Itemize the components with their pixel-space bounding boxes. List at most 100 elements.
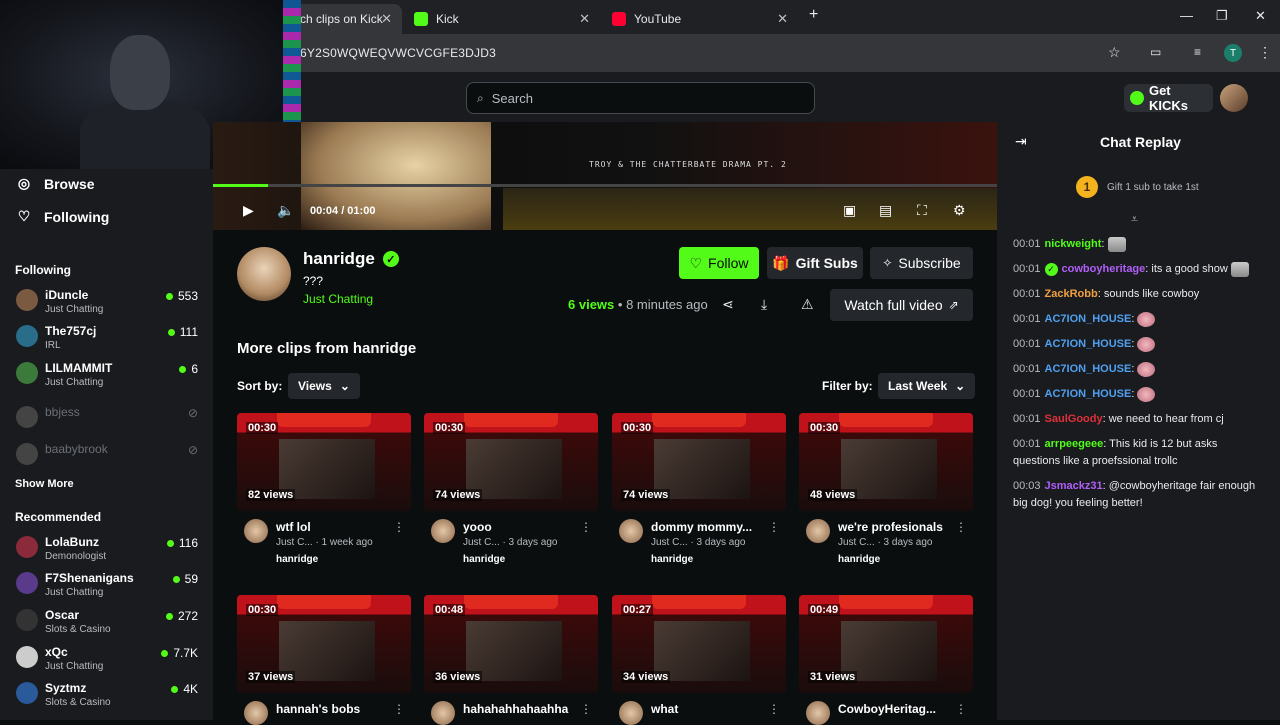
user-avatar[interactable] xyxy=(1220,84,1248,112)
browser-menu-icon[interactable]: ⋮ xyxy=(1258,44,1272,61)
chat-username[interactable]: AC7ION_HOUSE xyxy=(1045,363,1132,375)
channel-item[interactable]: xQc Just Chatting 7.7K xyxy=(16,643,200,677)
get-kicks-button[interactable]: Get KICKs xyxy=(1124,83,1213,113)
streamer-avatar[interactable] xyxy=(237,247,291,301)
avatar[interactable] xyxy=(806,519,830,543)
chat-username[interactable]: nickweight xyxy=(1045,238,1102,250)
gift-leaderboard[interactable]: 1 Gift 1 sub to take 1st xyxy=(1076,176,1199,198)
maximize-icon[interactable]: ❐ xyxy=(1216,8,1228,24)
clip-thumbnail[interactable]: 00:49 31 views xyxy=(799,595,973,693)
tab-kick[interactable]: Kick ✕ xyxy=(404,4,600,34)
clip-thumbnail[interactable]: 00:48 36 views xyxy=(424,595,598,693)
video-player[interactable]: TROY & THE CHATTERBATE DRAMA PT. 2 ▶ 🔈 0… xyxy=(213,122,997,230)
channel-item[interactable]: Syztmz Slots & Casino 4K xyxy=(16,679,200,713)
fullscreen-icon[interactable]: ⛶ xyxy=(917,202,927,219)
avatar[interactable] xyxy=(806,701,830,725)
more-options-icon[interactable]: ⋮ xyxy=(768,702,780,716)
clip-card-title[interactable]: hannah's bobs xyxy=(276,702,386,716)
clip-card-title[interactable]: dommy mommy... xyxy=(651,520,761,534)
chat-username[interactable]: Jsmackz31 xyxy=(1045,480,1103,492)
theater-icon[interactable]: ▤ xyxy=(879,202,892,219)
clip-card[interactable]: 00:48 36 views hahahahhahaahha ⋮ xyxy=(424,595,598,725)
channel-item[interactable]: iDuncle Just Chatting 553 xyxy=(16,286,200,320)
tab-youtube[interactable]: YouTube ✕ xyxy=(602,4,798,34)
clip-card-author[interactable]: hanridge xyxy=(651,554,693,565)
chat-username[interactable]: arrpeegeee xyxy=(1045,438,1104,450)
streamer-name[interactable]: hanridge xyxy=(303,249,375,269)
filter-icon[interactable]: ⩡ xyxy=(1131,212,1138,227)
new-tab-button[interactable]: + xyxy=(809,6,818,24)
more-options-icon[interactable]: ⋮ xyxy=(768,520,780,534)
clip-card-title[interactable]: CowboyHeritag... xyxy=(838,702,948,716)
channel-item[interactable]: LILMAMMIT Just Chatting 6 xyxy=(16,359,200,393)
clip-thumbnail[interactable]: 00:30 74 views xyxy=(424,413,598,511)
bookmark-star-icon[interactable]: ☆ xyxy=(1108,44,1121,61)
more-options-icon[interactable]: ⋮ xyxy=(955,520,967,534)
clip-card-title[interactable]: yooo xyxy=(463,520,573,534)
category-link[interactable]: Just Chatting xyxy=(303,292,373,306)
chat-username[interactable]: AC7ION_HOUSE xyxy=(1045,388,1132,400)
channel-item[interactable]: baabybrook ⊘ xyxy=(16,440,200,474)
filter-dropdown[interactable]: Last Week ⌄ xyxy=(878,373,976,399)
avatar[interactable] xyxy=(431,701,455,725)
clip-thumbnail[interactable]: 00:30 48 views xyxy=(799,413,973,511)
clip-card-title[interactable]: hahahahhahaahha xyxy=(463,702,573,716)
profile-icon[interactable]: T xyxy=(1224,44,1242,62)
clip-card[interactable]: 00:30 74 views yooo ⋮ Just C... · 3 days ago… xyxy=(424,413,598,573)
watch-full-video-button[interactable]: Watch full video ⇗ xyxy=(830,289,973,321)
channel-item[interactable]: The757cj IRL 111 xyxy=(16,322,200,356)
chat-username[interactable]: cowboyheritage xyxy=(1062,263,1146,275)
sort-dropdown[interactable]: Views ⌄ xyxy=(288,373,360,399)
close-icon[interactable]: ✕ xyxy=(381,11,392,27)
subscribe-button[interactable]: ✧ Subscribe xyxy=(870,247,973,279)
close-window-icon[interactable]: ✕ xyxy=(1255,8,1266,24)
download-icon[interactable]: ⤓ xyxy=(761,296,767,313)
clip-thumbnail[interactable]: 00:30 82 views xyxy=(237,413,411,511)
progress-bar[interactable] xyxy=(213,184,997,187)
cast-icon[interactable]: ▭ xyxy=(1150,45,1161,59)
clip-card[interactable]: 00:30 48 views we're profesionals ⋮ Just C..… xyxy=(799,413,973,573)
channel-item[interactable]: Oscar Slots & Casino 272 xyxy=(16,606,200,640)
channel-item[interactable]: bbjess ⊘ xyxy=(16,403,200,437)
clip-card[interactable]: 00:30 82 views wtf lol ⋮ Just C... · 1 week … xyxy=(237,413,411,573)
clip-card-author[interactable]: hanridge xyxy=(276,554,318,565)
play-icon[interactable]: ▶ xyxy=(243,202,254,219)
gift-subs-button[interactable]: 🎁 Gift Subs xyxy=(767,247,863,279)
avatar[interactable] xyxy=(244,701,268,725)
clip-card-author[interactable]: hanridge xyxy=(463,554,505,565)
close-icon[interactable]: ✕ xyxy=(579,11,590,27)
clip-card[interactable]: 00:30 37 views hannah's bobs ⋮ xyxy=(237,595,411,725)
avatar[interactable] xyxy=(244,519,268,543)
channel-item[interactable]: LolaBunz Demonologist 116 xyxy=(16,533,200,567)
close-icon[interactable]: ✕ xyxy=(777,11,788,27)
volume-icon[interactable]: 🔈 xyxy=(277,202,294,219)
clip-thumbnail[interactable]: 00:30 74 views xyxy=(612,413,786,511)
clip-card-title[interactable]: what xyxy=(651,702,761,716)
clip-card[interactable]: 00:30 74 views dommy mommy... ⋮ Just C... · … xyxy=(612,413,786,573)
more-options-icon[interactable]: ⋮ xyxy=(580,702,592,716)
clip-card-title[interactable]: we're profesionals xyxy=(838,520,948,534)
pip-icon[interactable]: ▣ xyxy=(843,202,856,219)
more-options-icon[interactable]: ⋮ xyxy=(955,702,967,716)
clip-card-author[interactable]: hanridge xyxy=(838,554,880,565)
tab-kick-clips[interactable]: ch clips on Kick ✕ xyxy=(290,4,402,34)
clip-card-title[interactable]: wtf lol xyxy=(276,520,386,534)
sidebar-item-following[interactable]: ♡ Following xyxy=(16,208,110,225)
media-control-icon[interactable]: ≡ xyxy=(1194,45,1201,59)
clip-thumbnail[interactable]: 00:30 37 views xyxy=(237,595,411,693)
sidebar-item-browse[interactable]: ◎ Browse xyxy=(16,175,95,192)
more-options-icon[interactable]: ⋮ xyxy=(393,520,405,534)
clip-card[interactable]: 00:49 31 views CowboyHeritag... ⋮ xyxy=(799,595,973,725)
more-options-icon[interactable]: ⋮ xyxy=(393,702,405,716)
search-input[interactable]: ⌕ Search xyxy=(466,82,815,114)
channel-item[interactable]: F7Shenanigans Just Chatting 59 xyxy=(16,569,200,603)
avatar[interactable] xyxy=(619,701,643,725)
avatar[interactable] xyxy=(619,519,643,543)
collapse-chat-icon[interactable]: ⇥ xyxy=(1015,133,1027,150)
chat-username[interactable]: AC7ION_HOUSE xyxy=(1045,313,1132,325)
clip-thumbnail[interactable]: 00:27 34 views xyxy=(612,595,786,693)
chat-username[interactable]: AC7ION_HOUSE xyxy=(1045,338,1132,350)
settings-icon[interactable]: ⚙ xyxy=(953,202,966,219)
minimize-icon[interactable]: — xyxy=(1180,8,1193,23)
url-field[interactable]: 6Y2S0WQWEQVWCVCGFE3DJD3 xyxy=(300,46,496,60)
